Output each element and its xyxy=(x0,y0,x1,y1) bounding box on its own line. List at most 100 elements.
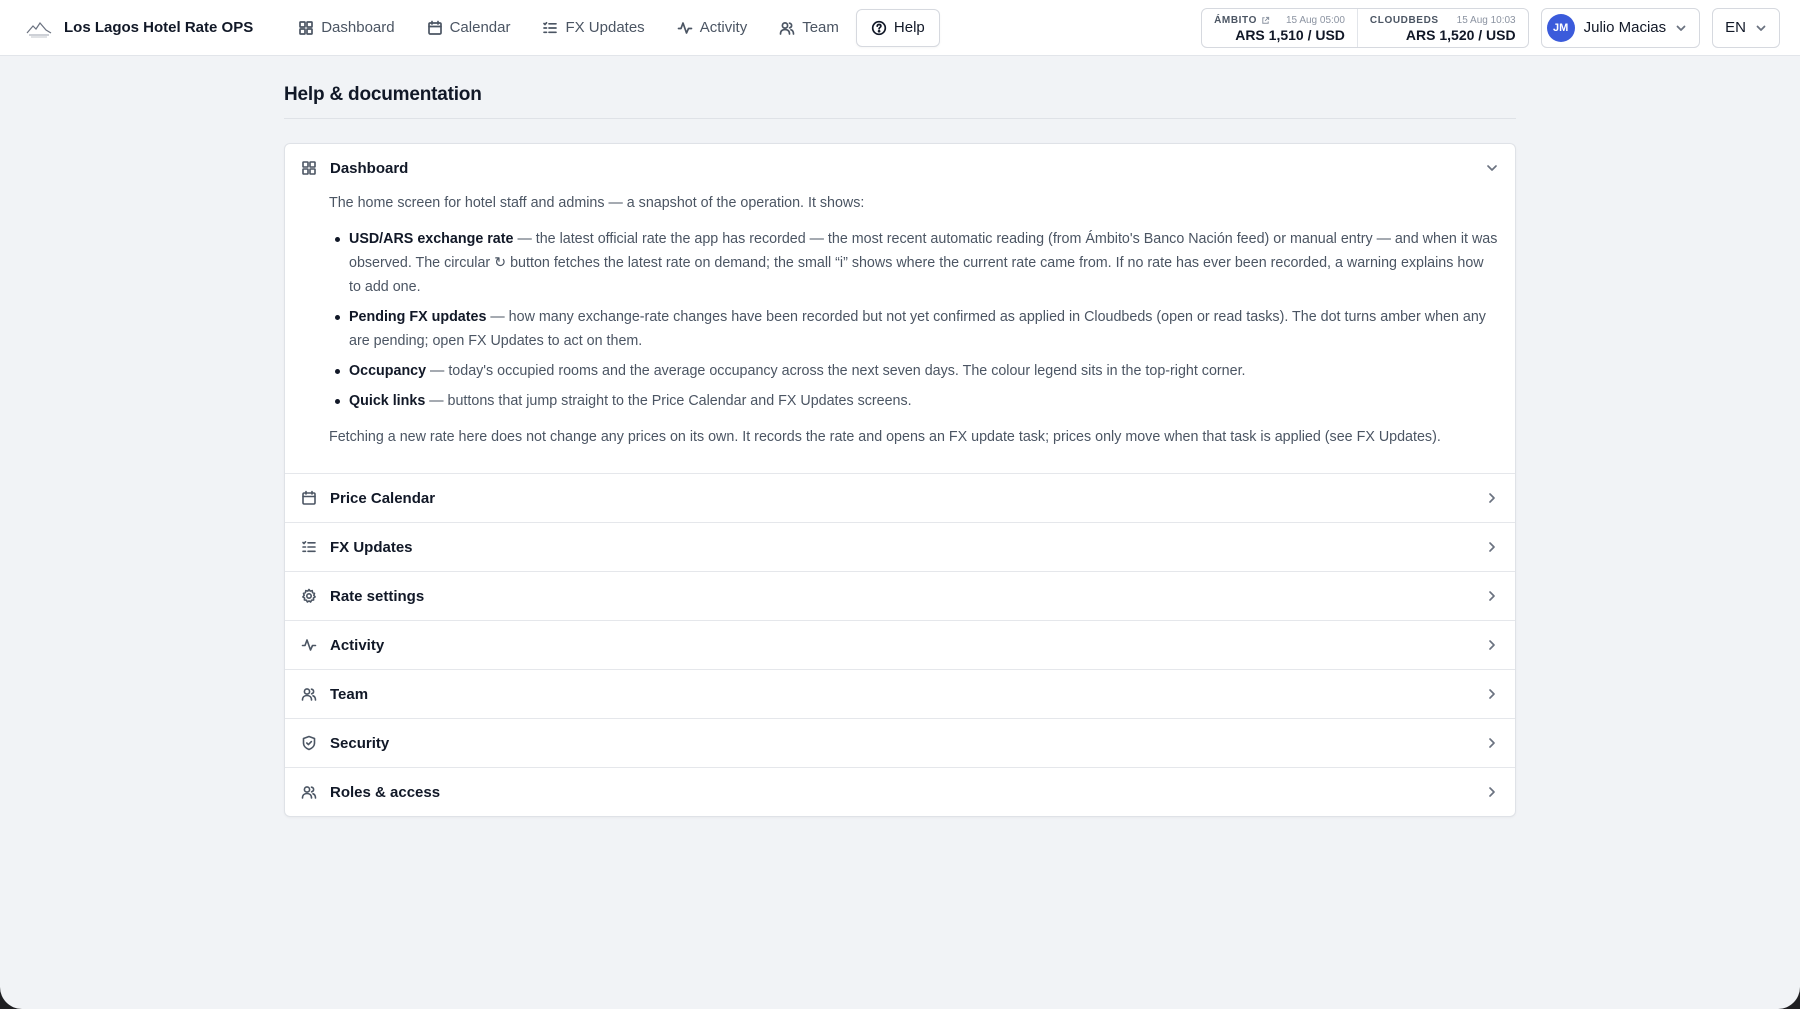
section-dashboard: Dashboard The home screen for hotel staf… xyxy=(285,144,1515,473)
users-icon xyxy=(301,688,317,701)
section-roles-access-header[interactable]: Roles & access xyxy=(285,768,1515,816)
rate-cloudbeds-value: ARS 1,520 / USD xyxy=(1405,27,1516,43)
bullet-text: — buttons that jump straight to the Pric… xyxy=(425,393,912,409)
shield-icon xyxy=(302,735,316,751)
title-divider xyxy=(284,118,1516,119)
section-price-calendar: Price Calendar xyxy=(285,473,1515,522)
dashboard-outro: Fetching a new rate here does not change… xyxy=(329,429,1441,445)
chevron-right-icon xyxy=(1489,640,1495,650)
rate-cloudbeds[interactable]: CLOUDBEDS 15 Aug 10:03 ARS 1,520 / USD xyxy=(1356,8,1528,47)
dashboard-intro: The home screen for hotel staff and admi… xyxy=(329,195,865,211)
bullet-term: Pending FX updates xyxy=(349,309,487,325)
header-right: ÁMBITO 15 Aug 05:00 ARS 1,510 / USD CLOU… xyxy=(1201,7,1780,48)
section-activity-header[interactable]: Activity xyxy=(285,621,1515,669)
grid-icon xyxy=(299,20,314,35)
chevron-right-icon xyxy=(1489,591,1495,601)
rate-cloudbeds-label: CLOUDBEDS xyxy=(1369,15,1439,26)
nav-dashboard-label: Dashboard xyxy=(321,19,395,36)
section-security-header[interactable]: Security xyxy=(285,719,1515,767)
section-fx-updates-header[interactable]: FX Updates xyxy=(285,523,1515,571)
hotel-logo-icon xyxy=(26,21,52,37)
section-dashboard-title: Dashboard xyxy=(330,159,409,177)
section-roles-access: Roles & access xyxy=(285,767,1515,816)
rate-ambito[interactable]: ÁMBITO 15 Aug 05:00 ARS 1,510 / USD xyxy=(1202,9,1357,47)
bullet-text: — the latest official rate the app has r… xyxy=(349,231,1498,295)
help-accordion: Dashboard The home screen for hotel staf… xyxy=(284,143,1516,817)
section-rate-settings-header[interactable]: Rate settings xyxy=(285,572,1515,620)
nav-fx-updates[interactable]: FX Updates xyxy=(527,9,659,47)
language-select[interactable]: EN xyxy=(1712,7,1780,48)
user-name: Julio Macias xyxy=(1583,19,1667,36)
rate-ambito-time: 15 Aug 05:00 xyxy=(1285,15,1345,26)
section-activity: Activity xyxy=(285,620,1515,669)
bullet-term: Occupancy xyxy=(349,363,427,379)
section-price-calendar-title: Price Calendar xyxy=(330,489,436,507)
avatar: JM xyxy=(1546,13,1575,42)
app-window: Los Lagos Hotel Rate OPS Dashboard Calen… xyxy=(0,0,1800,1009)
section-rate-settings-title: Rate settings xyxy=(330,587,425,605)
chevron-right-icon xyxy=(1489,493,1495,503)
chevron-down-icon xyxy=(1756,25,1766,31)
list-item: Pending FX updates — how many exchange-r… xyxy=(329,305,1499,353)
nav-activity[interactable]: Activity xyxy=(662,9,763,47)
section-team-title: Team xyxy=(330,685,369,703)
main-content: Help & documentation Dashboard The home … xyxy=(284,56,1516,817)
external-link-icon[interactable] xyxy=(1261,16,1270,25)
page-title: Help & documentation xyxy=(284,84,482,105)
section-team-header[interactable]: Team xyxy=(285,670,1515,718)
chevron-down-icon xyxy=(1676,25,1686,31)
chevron-right-icon xyxy=(1489,738,1495,748)
section-dashboard-header[interactable]: Dashboard xyxy=(285,144,1515,192)
rate-ambito-label: ÁMBITO xyxy=(1214,15,1257,26)
section-fx-updates-title: FX Updates xyxy=(330,538,413,556)
language-label: EN xyxy=(1725,19,1746,36)
section-rate-settings: Rate settings xyxy=(285,571,1515,620)
users-icon xyxy=(779,21,795,35)
calendar-icon xyxy=(302,490,316,505)
nav-fx-updates-label: FX Updates xyxy=(565,19,645,36)
chevron-down-icon xyxy=(1487,165,1497,171)
help-circle-icon xyxy=(871,20,887,35)
nav-help-label: Help xyxy=(893,19,925,36)
dashboard-bullets: USD/ARS exchange rate — the latest offic… xyxy=(329,227,1499,413)
bullet-term: Quick links xyxy=(349,393,426,409)
gear-icon xyxy=(302,588,316,603)
nav-activity-label: Activity xyxy=(699,19,748,36)
section-security: Security xyxy=(285,718,1515,767)
nav-team[interactable]: Team xyxy=(764,9,854,47)
chevron-right-icon xyxy=(1489,787,1495,797)
section-security-title: Security xyxy=(330,734,390,752)
calendar-icon xyxy=(427,20,442,35)
exchange-rates-widget: ÁMBITO 15 Aug 05:00 ARS 1,510 / USD CLOU… xyxy=(1201,7,1529,48)
rate-ambito-value: ARS 1,510 / USD xyxy=(1235,27,1345,43)
bullet-text: — today's occupied rooms and the average… xyxy=(426,363,1246,379)
brand[interactable]: Los Lagos Hotel Rate OPS xyxy=(26,18,253,38)
section-dashboard-body: The home screen for hotel staff and admi… xyxy=(285,191,1515,473)
list-item: Quick links — buttons that jump straight… xyxy=(329,389,1499,413)
list-check-icon xyxy=(302,541,316,553)
section-roles-access-title: Roles & access xyxy=(330,783,441,801)
chevron-right-icon xyxy=(1489,542,1495,552)
bullet-term: USD/ARS exchange rate xyxy=(349,231,514,247)
chevron-right-icon xyxy=(1489,689,1495,699)
section-fx-updates: FX Updates xyxy=(285,522,1515,571)
rate-cloudbeds-time: 15 Aug 10:03 xyxy=(1456,15,1516,26)
section-price-calendar-header[interactable]: Price Calendar xyxy=(285,474,1515,522)
user-menu-button[interactable]: JM Julio Macias xyxy=(1540,7,1701,48)
section-activity-title: Activity xyxy=(330,636,385,654)
nav-calendar-label: Calendar xyxy=(449,19,511,36)
nav-calendar[interactable]: Calendar xyxy=(412,9,526,47)
activity-icon xyxy=(301,639,317,651)
bullet-text: — how many exchange-rate changes have be… xyxy=(349,309,1486,349)
nav-team-label: Team xyxy=(802,19,839,36)
nav-dashboard[interactable]: Dashboard xyxy=(283,9,409,47)
app-title: Los Lagos Hotel Rate OPS xyxy=(64,19,254,36)
top-bar: Los Lagos Hotel Rate OPS Dashboard Calen… xyxy=(0,0,1800,56)
list-item: USD/ARS exchange rate — the latest offic… xyxy=(329,227,1499,299)
nav-help[interactable]: Help xyxy=(855,8,940,47)
list-item: Occupancy — today's occupied rooms and t… xyxy=(329,359,1499,383)
list-check-icon xyxy=(543,21,558,33)
activity-icon xyxy=(677,21,693,34)
grid-icon xyxy=(302,161,316,175)
users-icon xyxy=(301,786,317,799)
